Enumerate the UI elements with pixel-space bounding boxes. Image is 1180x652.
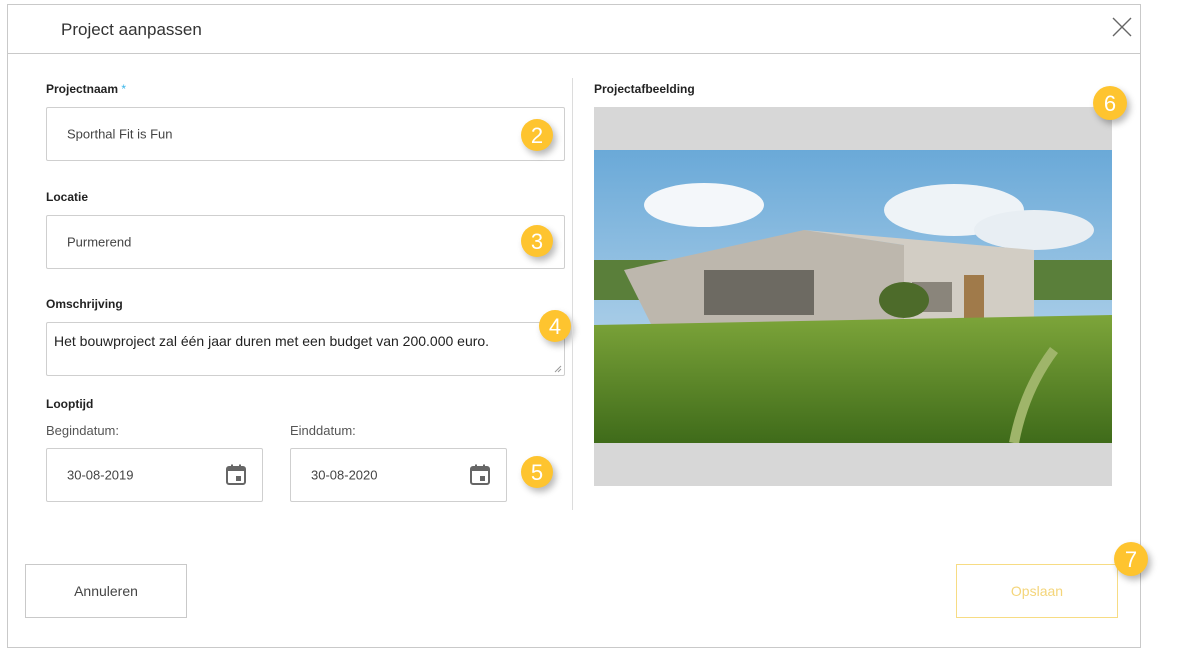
- resize-grip-icon[interactable]: [554, 365, 562, 373]
- project-photo: [594, 150, 1112, 443]
- close-icon[interactable]: [1110, 15, 1134, 39]
- omschrijving-label: Omschrijving: [46, 297, 123, 311]
- begindatum-label: Begindatum:: [46, 423, 119, 438]
- callout-badge-6: 6: [1093, 86, 1127, 120]
- looptijd-label: Looptijd: [46, 397, 94, 411]
- dialog-title: Project aanpassen: [61, 20, 202, 39]
- calendar-icon[interactable]: [468, 463, 492, 487]
- calendar-icon[interactable]: [224, 463, 248, 487]
- required-marker: *: [121, 82, 127, 96]
- dialog-header: Project aanpassen: [8, 5, 1140, 54]
- column-divider: [572, 78, 573, 510]
- cancel-button[interactable]: Annuleren: [25, 564, 187, 618]
- locatie-input[interactable]: Purmerend: [46, 215, 565, 269]
- einddatum-label: Einddatum:: [290, 423, 356, 438]
- save-button[interactable]: Opslaan: [956, 564, 1118, 618]
- callout-badge-4: 4: [539, 310, 571, 342]
- projectnaam-value: Sporthal Fit is Fun: [67, 126, 173, 142]
- begindatum-input[interactable]: 30-08-2019: [46, 448, 263, 502]
- einddatum-input[interactable]: 30-08-2020: [290, 448, 507, 502]
- projectnaam-label: Projectnaam *: [46, 82, 126, 96]
- projectnaam-label-text: Projectnaam: [46, 82, 119, 96]
- omschrijving-value: Het bouwproject zal één jaar duren met e…: [54, 333, 490, 349]
- callout-badge-7: 7: [1114, 542, 1148, 576]
- callout-badge-5: 5: [521, 456, 553, 488]
- projectnaam-input[interactable]: Sporthal Fit is Fun: [46, 107, 565, 161]
- callout-badge-2: 2: [521, 119, 553, 151]
- einddatum-value: 30-08-2020: [311, 467, 378, 483]
- locatie-value: Purmerend: [67, 234, 132, 250]
- projectafbeelding-label: Projectafbeelding: [594, 82, 695, 96]
- locatie-label: Locatie: [46, 190, 89, 204]
- project-image[interactable]: [594, 107, 1112, 486]
- omschrijving-textarea[interactable]: Het bouwproject zal één jaar duren met e…: [46, 322, 565, 376]
- begindatum-value: 30-08-2019: [67, 467, 134, 483]
- callout-badge-3: 3: [521, 225, 553, 257]
